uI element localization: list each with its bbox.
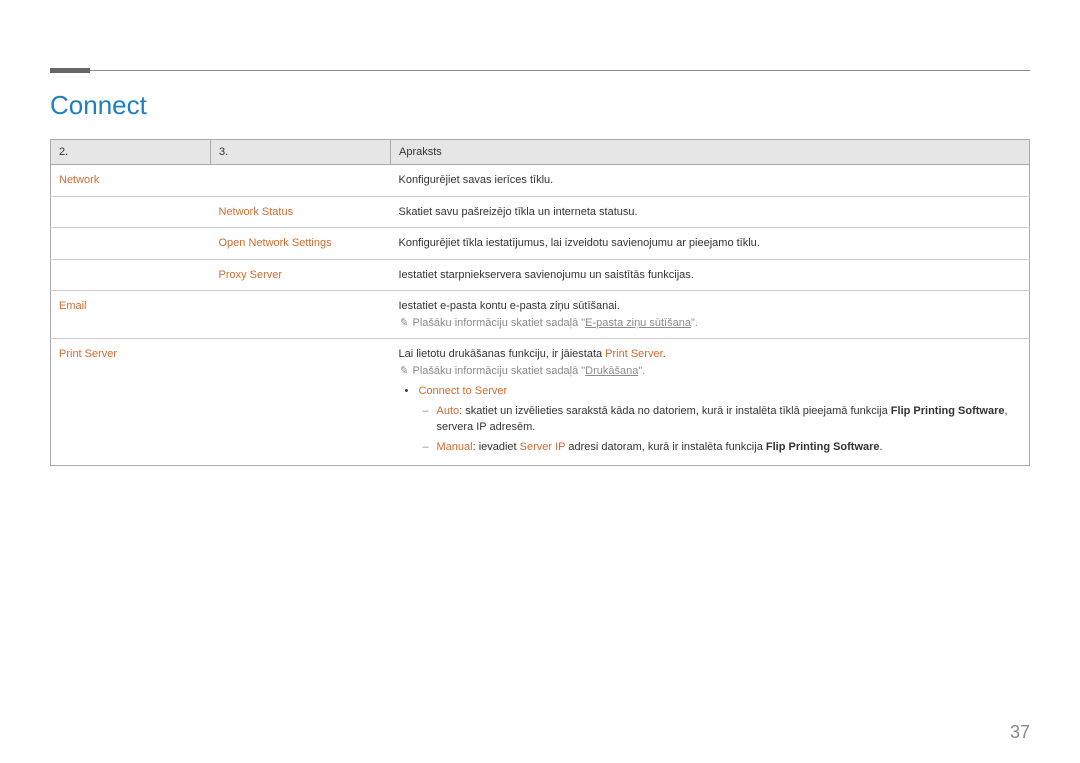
network-desc: Konfigurējiet savas ierīces tīklu. [391, 165, 1030, 197]
col-header-1: 2. [51, 140, 211, 165]
email-desc: Iestatiet e-pasta kontu e-pasta ziņu sūt… [399, 298, 1022, 315]
proxy-label: Proxy Server [219, 269, 283, 281]
table-row: Network Status Skatiet savu pašreizējo t… [51, 196, 1030, 228]
network-label: Network [59, 174, 99, 186]
col-header-2: 3. [211, 140, 391, 165]
table-row: Email Iestatiet e-pasta kontu e-pasta zi… [51, 291, 1030, 339]
network-status-desc: Skatiet savu pašreizējo tīkla un interne… [391, 196, 1030, 228]
open-network-label: Open Network Settings [219, 237, 332, 249]
settings-table: 2. 3. Apraksts Network Konfigurējiet sav… [50, 139, 1030, 466]
rule-top [50, 70, 1030, 71]
connect-list: Connect to Server Auto: skatiet un izvēl… [399, 383, 1022, 455]
table-row: Print Server Lai lietotu drukāšanas funk… [51, 339, 1030, 466]
email-label: Email [59, 300, 87, 312]
print-note: ✎Plašāku informāciju skatiet sadaļā "Dru… [399, 363, 1022, 380]
connect-to-server-label: Connect to Server [419, 385, 508, 397]
print-desc: Lai lietotu drukāšanas funkciju, ir jāie… [399, 346, 1022, 363]
network-status-label: Network Status [219, 206, 294, 218]
open-network-desc: Konfigurējiet tīkla iestatījumus, lai iz… [391, 228, 1030, 260]
pencil-icon: ✎ [399, 315, 411, 332]
table-row: Proxy Server Iestatiet starpniekservera … [51, 259, 1030, 291]
email-note-link[interactable]: E-pasta ziņu sūtīšana [585, 317, 691, 329]
page-number: 37 [1010, 722, 1030, 743]
connect-sublist: Auto: skatiet un izvēlieties sarakstā kā… [419, 403, 1022, 456]
page-title: Connect [50, 90, 1030, 121]
email-note: ✎Plašāku informāciju skatiet sadaļā "E-p… [399, 315, 1022, 332]
proxy-desc: Iestatiet starpniekservera savienojumu u… [391, 259, 1030, 291]
list-item: Manual: ievadiet Server IP adresi datora… [437, 439, 1022, 456]
col-header-3: Apraksts [391, 140, 1030, 165]
table-row: Network Konfigurējiet savas ierīces tīkl… [51, 165, 1030, 197]
pencil-icon: ✎ [399, 363, 411, 380]
print-note-link[interactable]: Drukāšana [585, 365, 638, 377]
table-row: Open Network Settings Konfigurējiet tīkl… [51, 228, 1030, 260]
table-header-row: 2. 3. Apraksts [51, 140, 1030, 165]
list-item: Auto: skatiet un izvēlieties sarakstā kā… [437, 403, 1022, 436]
print-label: Print Server [59, 348, 117, 360]
accent-bar [50, 68, 90, 73]
